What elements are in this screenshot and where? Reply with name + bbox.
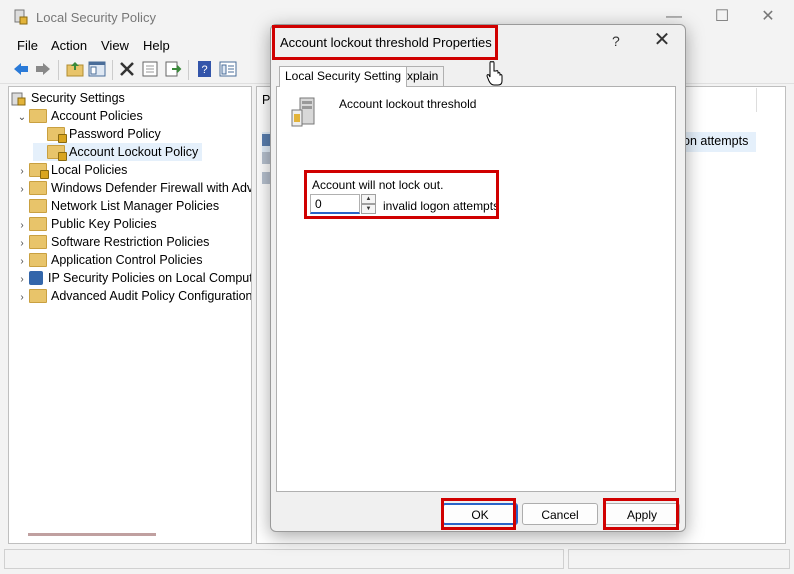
up-folder-icon[interactable] bbox=[66, 60, 84, 78]
highlight-box-title bbox=[272, 25, 498, 60]
tree-item-security-settings[interactable]: Security Settings bbox=[11, 89, 125, 107]
tree-item-label: Account Policies bbox=[51, 109, 143, 123]
menu-help[interactable]: Help bbox=[143, 38, 170, 53]
policy-row-icon bbox=[262, 152, 270, 164]
highlight-box-apply bbox=[603, 498, 679, 530]
server-policy-icon bbox=[291, 97, 315, 127]
help-icon[interactable]: ? bbox=[196, 60, 214, 78]
security-settings-icon bbox=[11, 92, 26, 106]
svg-text:?: ? bbox=[201, 64, 207, 76]
tree-item-windows-defender-firewall-with-adva[interactable]: › Windows Defender Firewall with Adva bbox=[15, 179, 252, 197]
maximize-button[interactable]: ☐ bbox=[702, 4, 742, 30]
security-policy-app-icon bbox=[14, 9, 28, 25]
tree-pane: Security Settings ⌄ Account Policies Passw… bbox=[8, 86, 252, 544]
expand-chevron-icon[interactable]: ⌄ bbox=[15, 109, 29, 127]
delete-icon[interactable] bbox=[118, 60, 136, 78]
tree-item-label: Software Restriction Policies bbox=[51, 235, 210, 249]
tree-item-label: Windows Defender Firewall with Adva bbox=[51, 181, 252, 195]
window-title: Local Security Policy bbox=[36, 10, 156, 25]
ip-security-icon bbox=[29, 270, 43, 285]
tab-local-security-setting[interactable]: Local Security Setting bbox=[279, 66, 408, 87]
folder-icon bbox=[29, 234, 47, 249]
folder-icon bbox=[29, 216, 47, 231]
tree-horizontal-scrollbar[interactable] bbox=[28, 533, 156, 536]
locked-folder-icon bbox=[29, 162, 49, 179]
tree-item-label: Security Settings bbox=[31, 91, 125, 105]
tree-item-public-key-policies[interactable]: › Public Key Policies bbox=[15, 215, 157, 233]
tree-item-account-lockout-policy[interactable]: Account Lockout Policy bbox=[33, 143, 203, 161]
tree-item-advanced-audit-policy-configuration[interactable]: › Advanced Audit Policy Configuration bbox=[15, 287, 252, 307]
folder-icon bbox=[29, 252, 47, 267]
column-divider bbox=[756, 88, 757, 112]
tree-item-network-list-manager-policies[interactable]: Network List Manager Policies bbox=[15, 197, 219, 215]
status-segment bbox=[4, 549, 564, 569]
console-view-icon[interactable] bbox=[219, 60, 237, 78]
properties-icon[interactable] bbox=[141, 60, 159, 78]
locked-folder-icon bbox=[47, 144, 67, 161]
toolbar-separator bbox=[188, 60, 189, 80]
tree-item-software-restriction-policies[interactable]: › Software Restriction Policies bbox=[15, 233, 209, 251]
list-row-setting-text: on attempts bbox=[683, 134, 749, 148]
folder-icon bbox=[29, 180, 47, 195]
status-segment bbox=[568, 549, 790, 569]
highlight-box-ok bbox=[441, 498, 516, 530]
tree-item-label: Public Key Policies bbox=[51, 217, 157, 231]
tree-item-application-control-policies[interactable]: › Application Control Policies bbox=[15, 251, 202, 269]
highlight-box-threshold bbox=[304, 170, 499, 219]
tree-item-account-policies[interactable]: ⌄ Account Policies bbox=[15, 107, 143, 125]
locked-folder-icon bbox=[47, 126, 67, 143]
tree-item-label: Local Policies bbox=[51, 163, 128, 177]
export-icon[interactable] bbox=[164, 60, 182, 78]
tree-item-local-policies[interactable]: › Local Policies bbox=[15, 161, 127, 179]
tree-item-password-policy[interactable]: Password Policy bbox=[33, 125, 161, 143]
folder-icon bbox=[29, 198, 47, 213]
menu-view[interactable]: View bbox=[101, 38, 129, 53]
cancel-button[interactable]: Cancel bbox=[522, 503, 598, 525]
forward-arrow-icon[interactable] bbox=[34, 60, 52, 78]
tree-item-label: Password Policy bbox=[69, 127, 161, 141]
folder-icon bbox=[29, 288, 47, 303]
tree-item-label: Advanced Audit Policy Configuration bbox=[51, 289, 252, 303]
close-window-button[interactable]: ✕ bbox=[748, 4, 788, 30]
policy-row-icon bbox=[262, 172, 270, 184]
tab-panel bbox=[276, 86, 676, 492]
collapse-chevron-icon[interactable]: › bbox=[15, 289, 29, 307]
menu-action[interactable]: Action bbox=[51, 38, 87, 53]
menu-file[interactable]: File bbox=[17, 38, 38, 53]
policy-name: Account lockout threshold bbox=[339, 97, 477, 111]
policy-row-icon bbox=[262, 134, 270, 146]
show-hide-tree-icon[interactable] bbox=[88, 60, 106, 78]
tree-item-label: Network List Manager Policies bbox=[51, 199, 220, 213]
toolbar-separator bbox=[58, 60, 59, 80]
hand-cursor-icon bbox=[486, 61, 503, 86]
back-arrow-icon[interactable] bbox=[12, 60, 30, 78]
tree-item-label: Account Lockout Policy bbox=[69, 145, 199, 159]
folder-icon bbox=[29, 108, 47, 123]
dialog-close-button[interactable]: ✕ bbox=[646, 28, 678, 54]
tree-item-ip-security-policies-on-local-compute[interactable]: › IP Security Policies on Local Compute bbox=[15, 269, 252, 287]
tree-item-label: Application Control Policies bbox=[51, 253, 203, 267]
toolbar-separator bbox=[112, 60, 113, 80]
tree-item-label: IP Security Policies on Local Compute bbox=[48, 271, 252, 285]
dialog-help-button[interactable]: ? bbox=[612, 33, 620, 49]
